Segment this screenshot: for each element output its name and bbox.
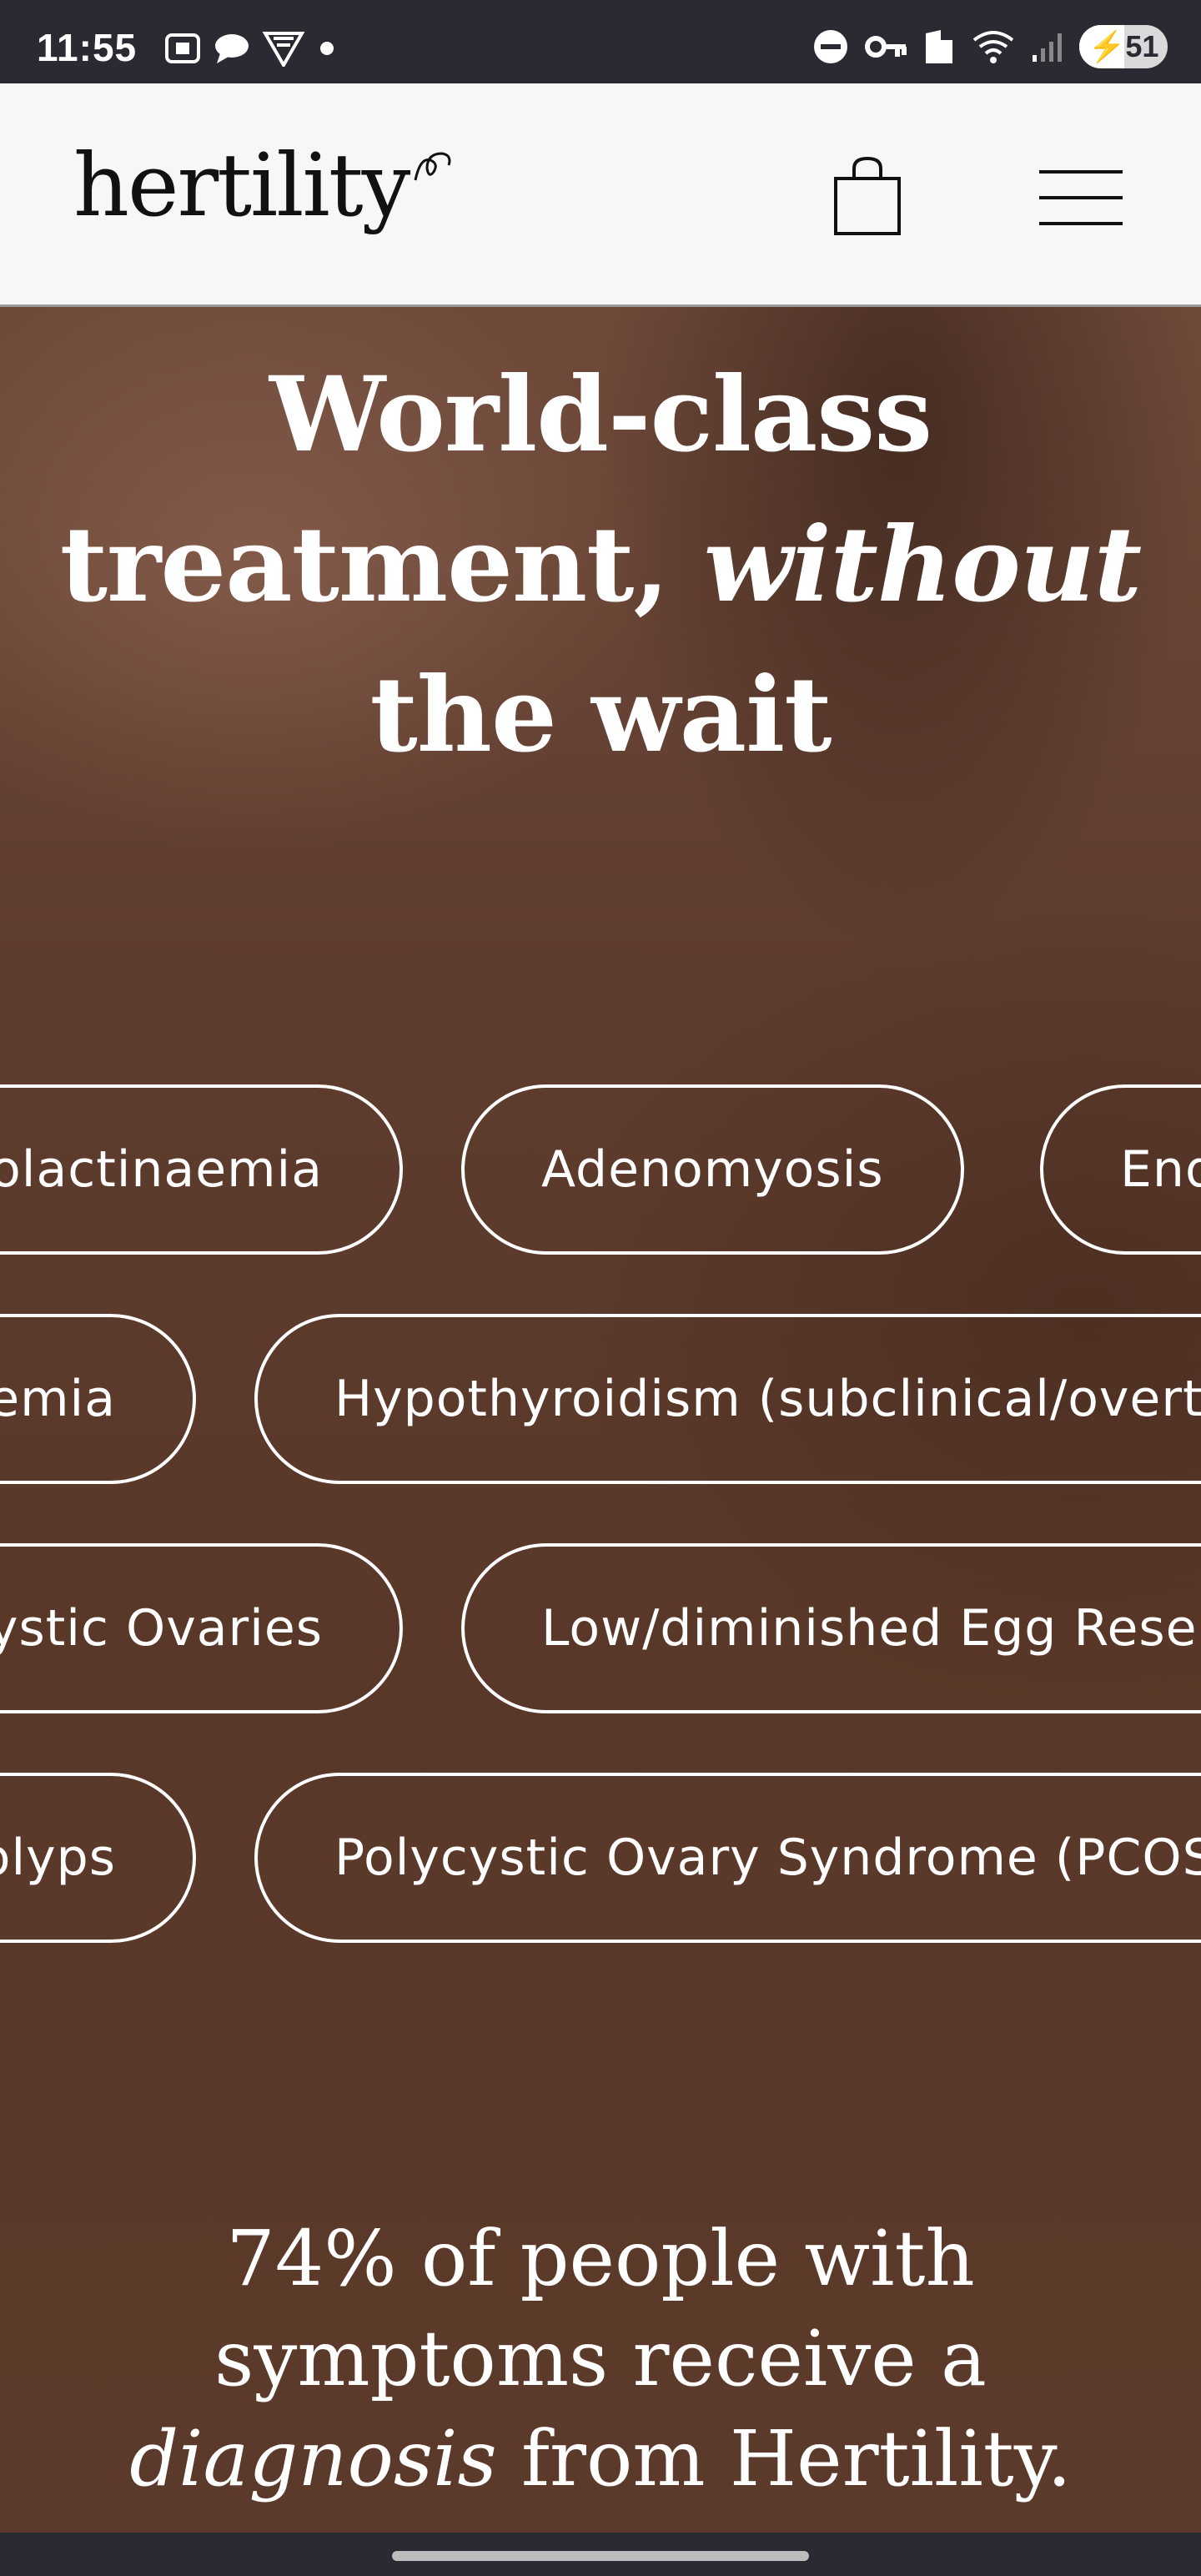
dot-icon: [320, 42, 334, 55]
screenshot-icon: [165, 33, 200, 63]
hertility-logo[interactable]: hertility: [73, 142, 410, 229]
gesture-navigation-bar: [0, 2533, 1201, 2576]
hamburger-menu-icon[interactable]: [1039, 169, 1123, 227]
condition-pill-endometriosis[interactable]: Endometriosis: [1040, 1084, 1201, 1255]
hero-title-emphasis: without: [703, 505, 1142, 626]
condition-pill-anaemia[interactable]: Anaemia: [0, 1314, 196, 1484]
wifi-icon: [972, 31, 1014, 63]
site-header: hertility: [0, 83, 1201, 307]
hero-title: World-class treatment, without the wait: [0, 340, 1201, 791]
hero-title-line2: treatment, without: [59, 505, 1142, 626]
system-icons: ⚡51: [812, 25, 1168, 68]
condition-pill-pcos[interactable]: Polycystic Ovary Syndrome (PCOS): [254, 1773, 1201, 1943]
status-bar: 11:55 ⚡51: [0, 0, 1201, 83]
condition-pill-polyps[interactable]: Polyps: [0, 1773, 196, 1943]
condition-pill-polycystic-ovaries[interactable]: Polycystic Ovaries: [0, 1543, 403, 1713]
battery-level: ⚡51: [1088, 29, 1159, 63]
hero-title-line3: the wait: [369, 655, 832, 776]
statistic-line1: 74% of people with: [226, 2214, 975, 2303]
vpn-key-icon: [865, 36, 907, 58]
diagnosis-statistic: 74% of people with symptoms receive a di…: [0, 2209, 1201, 2509]
condition-pill-hyperprolactinaemia[interactable]: Hyperprolactinaemia: [0, 1084, 403, 1255]
statistic-line3: diagnosis from Hertility.: [129, 2414, 1072, 2503]
condition-pill-low-egg-reserve[interactable]: Low/diminished Egg Reserve: [461, 1543, 1201, 1713]
status-time: 11:55: [37, 26, 138, 69]
building-icon: [926, 30, 952, 63]
do-not-disturb-icon: [814, 30, 847, 63]
notification-icons: [163, 30, 337, 67]
statistic-line2: symptoms receive a: [214, 2314, 987, 2403]
battery-indicator: ⚡51: [1079, 25, 1168, 68]
hero-section: World-class treatment, without the wait …: [0, 307, 1201, 2533]
signal-icon: [1033, 33, 1062, 62]
shopping-bag-icon[interactable]: [831, 155, 904, 237]
statistic-emphasis: diagnosis: [129, 2414, 497, 2503]
shield-app-icon: [262, 32, 305, 67]
condition-pill-adenomyosis[interactable]: Adenomyosis: [461, 1084, 964, 1255]
chat-bubble-icon: [215, 34, 249, 63]
hero-title-line1: World-class: [269, 355, 932, 475]
logo-swirl-icon: [414, 152, 451, 181]
condition-pill-hypothyroidism[interactable]: Hypothyroidism (subclinical/overt): [254, 1314, 1201, 1484]
home-handle[interactable]: [392, 2551, 809, 2561]
